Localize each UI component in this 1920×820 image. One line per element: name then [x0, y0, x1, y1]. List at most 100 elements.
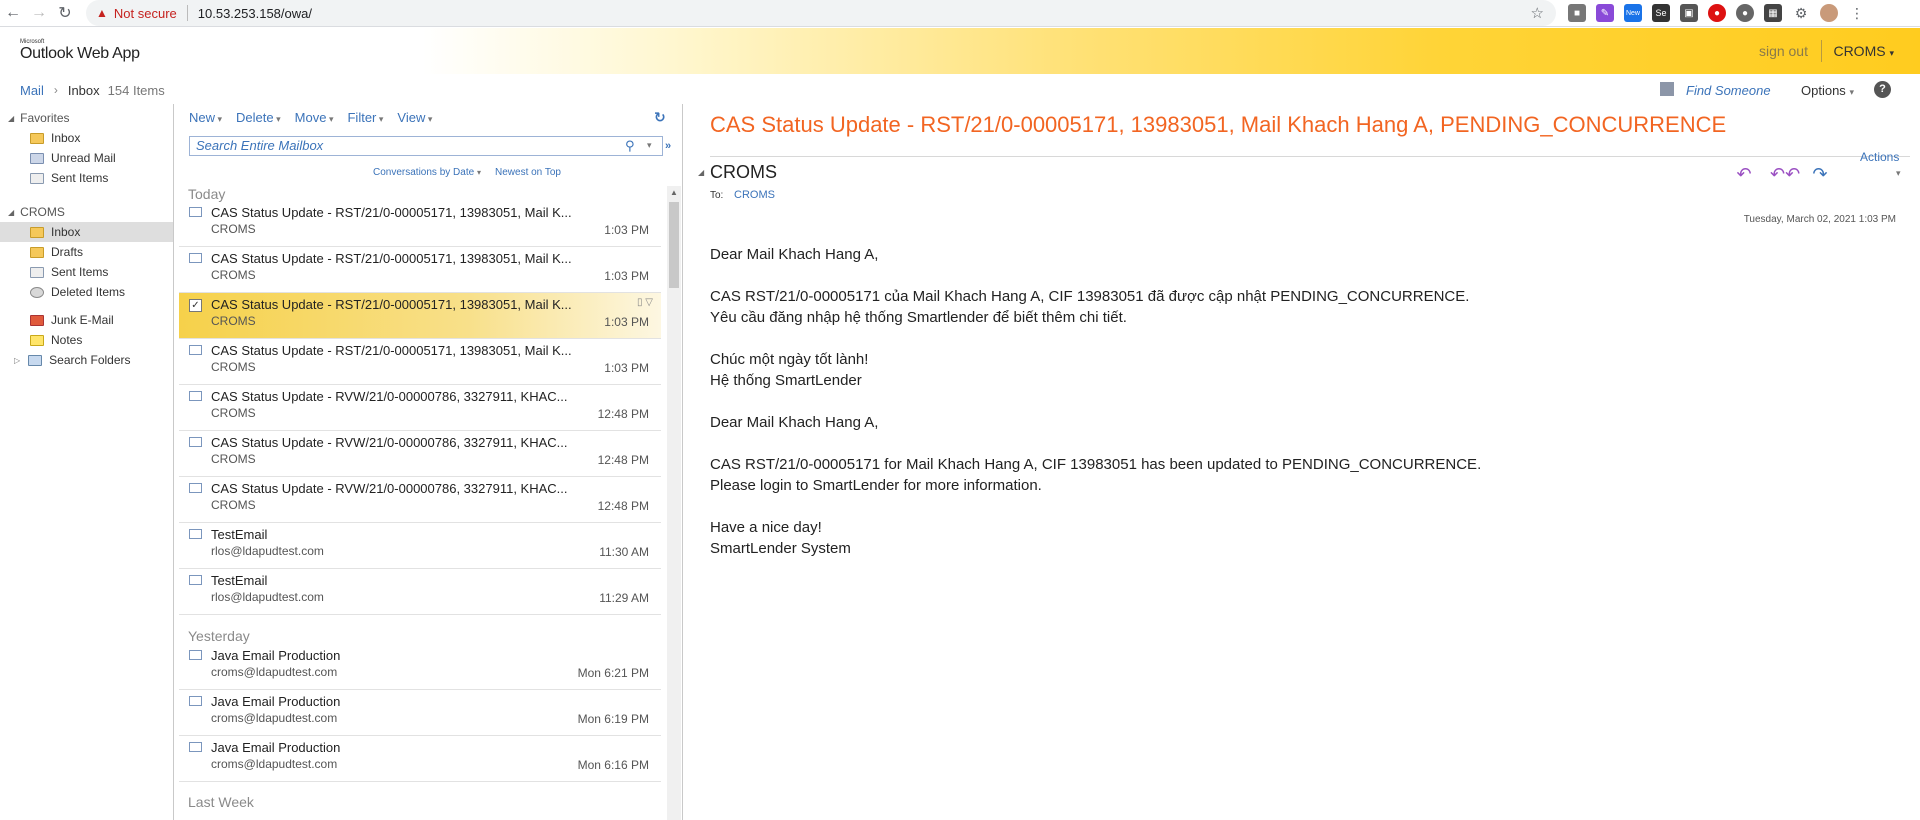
extension-screenshot-icon[interactable]: ▣ [1680, 4, 1698, 22]
envelope-icon [189, 529, 202, 539]
extension-cube-icon[interactable]: ■ [1568, 4, 1586, 22]
extensions-puzzle-icon[interactable]: ⚙ [1792, 4, 1810, 22]
filter-button[interactable]: Filter [347, 110, 383, 125]
folder-sent-items[interactable]: Sent Items [0, 262, 173, 282]
reload-icon[interactable]: ↻ [52, 0, 78, 26]
message-list-scrollbar[interactable]: ▲ [667, 186, 681, 820]
extension-se-icon[interactable]: Se [1652, 4, 1670, 22]
user-name: CROMS [1833, 43, 1886, 59]
message-row[interactable]: CAS Status Update - RST/21/0-00005171, 1… [179, 247, 661, 293]
message-subject: TestEmail [211, 573, 268, 588]
sort-by-dropdown[interactable]: Conversations by Date ▾ [373, 167, 481, 178]
message-subject: TestEmail [211, 527, 268, 542]
message-subject: CAS Status Update - RST/21/0-00005171, 1… [211, 251, 572, 266]
envelope-icon [189, 742, 202, 752]
folder-drafts[interactable]: Drafts [0, 242, 173, 262]
collapse-triangle-icon[interactable]: ◢ [698, 168, 704, 177]
message-row[interactable]: Java Email Production croms@ldapudtest.c… [179, 736, 661, 782]
message-time: Mon 6:19 PM [577, 712, 649, 726]
chevron-down-icon: ▾ [476, 168, 481, 177]
inbox-icon [30, 226, 44, 238]
scrollbar-thumb[interactable] [669, 202, 679, 288]
help-icon[interactable]: ? [1874, 81, 1891, 98]
subject-divider [710, 156, 1910, 157]
message-row[interactable]: CAS Status Update - RVW/21/0-00000786, 3… [179, 385, 661, 431]
favorites-section-header[interactable]: ◢ Favorites [0, 108, 173, 128]
mailbox-label: CROMS [20, 205, 65, 219]
message-row[interactable]: CAS Status Update - RVW/21/0-00000786, 3… [179, 477, 661, 523]
extension-pen-icon[interactable]: ✎ [1596, 4, 1614, 22]
scroll-up-arrow-icon[interactable]: ▲ [670, 188, 678, 197]
message-time: 11:29 AM [599, 591, 649, 605]
search-icon[interactable]: ⚲ [625, 138, 639, 153]
message-sender: rlos@ldapudtest.com [211, 590, 324, 604]
options-menu[interactable]: Options ▾ [1801, 83, 1854, 98]
list-toolbar: New Delete Move Filter View [175, 104, 682, 130]
flag-icon[interactable]: ▯ ▽ [637, 297, 653, 308]
reply-all-icon[interactable]: ↶↶ [1770, 164, 1800, 184]
reply-icon[interactable]: ↶ [1732, 164, 1756, 184]
message-subject: Java Email Production [211, 694, 341, 709]
message-row-selected[interactable]: ✓ CAS Status Update - RST/21/0-00005171,… [179, 293, 661, 339]
message-time: 1:03 PM [604, 223, 649, 237]
delete-button[interactable]: Delete [236, 110, 281, 125]
sent-items-icon [30, 266, 44, 278]
extension-gray-circle-icon[interactable]: ● [1736, 4, 1754, 22]
nav-label: Notes [51, 333, 83, 347]
address-bar[interactable]: ▲ Not secure 10.53.253.158/owa/ ☆ [86, 0, 1556, 26]
sort-order-toggle[interactable]: Newest on Top [495, 167, 561, 178]
message-date: Tuesday, March 02, 2021 1:03 PM [1743, 214, 1896, 225]
expand-triangle-icon[interactable]: ▷ [14, 356, 20, 365]
body-line: Dear Mail Khach Hang A, [710, 414, 879, 431]
browser-menu-icon[interactable]: ⋮ [1848, 4, 1866, 22]
expand-pane-icon[interactable]: » [665, 140, 671, 152]
view-button[interactable]: View [397, 110, 432, 125]
message-time: Mon 6:21 PM [577, 666, 649, 680]
message-row[interactable]: CAS Status Update - RVW/21/0-00000786, 3… [179, 431, 661, 477]
back-icon[interactable]: ← [0, 0, 26, 26]
security-status: Not secure [113, 5, 177, 21]
address-book-icon[interactable] [1660, 82, 1674, 96]
breadcrumb-mail-link[interactable]: Mail [20, 83, 44, 98]
user-menu[interactable]: CROMS ▾ [1833, 43, 1894, 59]
find-someone-link[interactable]: Find Someone [1686, 83, 1771, 98]
extension-qr-icon[interactable]: ▦ [1764, 4, 1782, 22]
group-header-yesterday: Yesterday [188, 628, 250, 644]
bookmark-star-icon[interactable]: ☆ [1531, 4, 1544, 22]
folder-deleted-items[interactable]: Deleted Items [0, 282, 173, 302]
message-checkbox[interactable]: ✓ [189, 299, 202, 312]
address-separator [186, 5, 188, 21]
message-sender: CROMS [211, 222, 256, 236]
message-row[interactable]: Java Email Production croms@ldapudtest.c… [179, 644, 661, 690]
forward-icon[interactable]: ↷ [1808, 164, 1832, 184]
new-button[interactable]: New [189, 110, 222, 125]
actions-menu[interactable]: Actions [1860, 150, 1899, 164]
extension-new-icon[interactable]: New [1624, 4, 1642, 22]
sign-out-link[interactable]: sign out [1759, 43, 1808, 59]
favorite-inbox[interactable]: Inbox [0, 128, 173, 148]
mailbox-section-header[interactable]: ◢ CROMS [0, 202, 173, 222]
folder-junk-email[interactable]: Junk E-Mail [0, 310, 173, 330]
chevron-down-icon[interactable]: ▾ [1896, 168, 1901, 179]
folder-inbox[interactable]: Inbox [0, 222, 173, 242]
message-row[interactable]: CAS Status Update - RST/21/0-00005171, 1… [179, 339, 661, 385]
favorite-sent-items[interactable]: Sent Items [0, 168, 173, 188]
search-options-chevron-icon[interactable]: ▾ [647, 140, 652, 151]
message-sender: croms@ldapudtest.com [211, 665, 338, 679]
message-row[interactable]: TestEmail rlos@ldapudtest.com 11:30 AM [179, 523, 661, 569]
refresh-icon[interactable]: ↻ [654, 109, 668, 125]
recipient-link[interactable]: CROMS [734, 189, 775, 201]
message-row[interactable]: CAS Status Update - RST/21/0-00005171, 1… [179, 201, 661, 247]
extension-red-circle-icon[interactable]: ● [1708, 4, 1726, 22]
forward-icon[interactable]: → [26, 0, 52, 26]
message-row[interactable]: Java Email Production croms@ldapudtest.c… [179, 690, 661, 736]
profile-avatar[interactable] [1820, 4, 1838, 22]
move-button[interactable]: Move [295, 110, 334, 125]
nav-label: Search Folders [49, 353, 131, 367]
message-row[interactable]: TestEmail rlos@ldapudtest.com 11:29 AM [179, 569, 661, 615]
favorite-unread-mail[interactable]: Unread Mail [0, 148, 173, 168]
folder-search-folders[interactable]: ▷ Search Folders [0, 350, 173, 370]
search-input[interactable]: Search Entire Mailbox [189, 136, 663, 156]
envelope-icon [189, 575, 202, 585]
folder-notes[interactable]: Notes [0, 330, 173, 350]
